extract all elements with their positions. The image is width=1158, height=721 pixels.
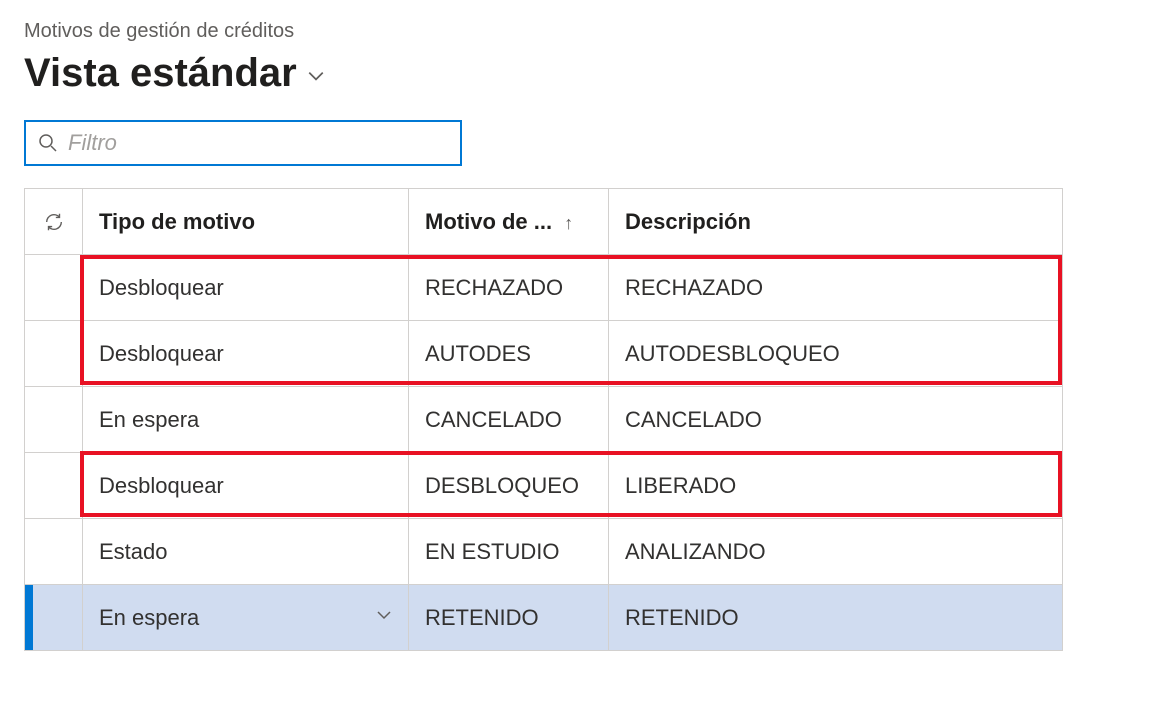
cell-descripcion[interactable]: AUTODESBLOQUEO [609, 321, 1063, 387]
refresh-icon [41, 211, 66, 233]
table-row[interactable]: DesbloquearRECHAZADORECHAZADO [25, 255, 1063, 321]
chevron-down-icon [307, 67, 325, 91]
search-icon [38, 133, 58, 153]
cell-tipo[interactable]: Desbloquear [83, 321, 409, 387]
cell-descripcion[interactable]: RETENIDO [609, 585, 1063, 651]
col-header-tipo[interactable]: Tipo de motivo [83, 189, 409, 255]
breadcrumb[interactable]: Motivos de gestión de créditos [24, 20, 1134, 43]
col-header-descripcion[interactable]: Descripción [609, 189, 1063, 255]
row-selector[interactable] [25, 585, 83, 651]
cell-motivo[interactable]: DESBLOQUEO [409, 453, 609, 519]
filter-box[interactable] [24, 120, 462, 166]
cell-descripcion[interactable]: CANCELADO [609, 387, 1063, 453]
grid-wrapper: Tipo de motivo Motivo de ... ↑ Descripci… [24, 188, 1134, 651]
table-row[interactable]: EstadoEN ESTUDIOANALIZANDO [25, 519, 1063, 585]
table-row[interactable]: DesbloquearAUTODESAUTODESBLOQUEO [25, 321, 1063, 387]
cell-tipo[interactable]: En espera [83, 585, 409, 651]
cell-descripcion[interactable]: LIBERADO [609, 453, 1063, 519]
table-row[interactable]: DesbloquearDESBLOQUEOLIBERADO [25, 453, 1063, 519]
table-row[interactable]: En esperaCANCELADOCANCELADO [25, 387, 1063, 453]
cell-tipo[interactable]: Desbloquear [83, 255, 409, 321]
data-grid: Tipo de motivo Motivo de ... ↑ Descripci… [24, 188, 1063, 651]
sort-asc-icon: ↑ [564, 213, 573, 233]
row-selector[interactable] [25, 519, 83, 585]
refresh-column-header[interactable] [25, 189, 83, 255]
cell-tipo[interactable]: En espera [83, 387, 409, 453]
cell-tipo-value: En espera [99, 605, 199, 631]
filter-input[interactable] [68, 130, 448, 156]
cell-descripcion[interactable]: ANALIZANDO [609, 519, 1063, 585]
cell-motivo[interactable]: CANCELADO [409, 387, 609, 453]
cell-motivo[interactable]: RECHAZADO [409, 255, 609, 321]
cell-motivo[interactable]: RETENIDO [409, 585, 609, 651]
cell-motivo[interactable]: EN ESTUDIO [409, 519, 609, 585]
chevron-down-icon[interactable] [376, 607, 392, 628]
col-header-motivo[interactable]: Motivo de ... ↑ [409, 189, 609, 255]
header-row: Tipo de motivo Motivo de ... ↑ Descripci… [25, 189, 1063, 255]
cell-motivo[interactable]: AUTODES [409, 321, 609, 387]
table-row[interactable]: En espera RETENIDORETENIDO [25, 585, 1063, 651]
row-selector[interactable] [25, 321, 83, 387]
col-header-motivo-label: Motivo de ... [425, 209, 552, 234]
selection-indicator [25, 585, 33, 650]
row-selector[interactable] [25, 453, 83, 519]
cell-descripcion[interactable]: RECHAZADO [609, 255, 1063, 321]
cell-tipo[interactable]: Estado [83, 519, 409, 585]
page-title: Vista estándar [24, 51, 297, 96]
cell-tipo[interactable]: Desbloquear [83, 453, 409, 519]
row-selector[interactable] [25, 255, 83, 321]
row-selector[interactable] [25, 387, 83, 453]
view-switcher[interactable]: Vista estándar [24, 51, 1134, 96]
